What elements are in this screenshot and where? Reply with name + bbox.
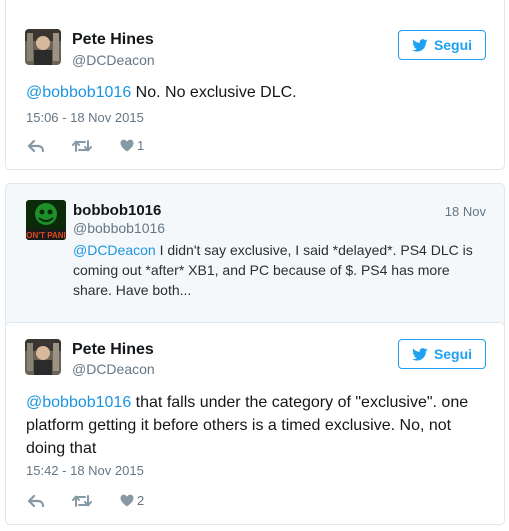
like-button[interactable]: 1 [120,138,144,153]
tweet-text: @bobbob1016 No. No exclusive DLC. [26,81,486,104]
follow-label: Segui [433,346,473,362]
like-button[interactable]: 2 [120,493,144,508]
author-name[interactable]: Pete Hines [72,31,154,49]
timestamp[interactable]: 15:06 - 18 Nov 2015 [26,110,144,125]
retweet-button[interactable] [72,494,92,508]
heart-icon [120,139,134,152]
reply-card[interactable]: ON'T PANI bobbob1016 @bobbob1016 18 Nov … [5,183,505,329]
tweet-card: Pete Hines @DCDeacon Segui @bobbob1016 t… [5,322,505,525]
reply-button[interactable] [28,494,44,508]
bird-icon [412,38,428,52]
author-handle[interactable]: @DCDeacon [72,52,155,68]
tweet-actions: 1 [28,138,172,153]
follow-label: Segui [433,37,473,53]
reply-button[interactable] [28,139,44,153]
retweet-button[interactable] [72,139,92,153]
avatar[interactable] [25,339,61,375]
mention-link[interactable]: @bobbob1016 [26,84,131,101]
reply-date[interactable]: 18 Nov [445,204,486,219]
avatar[interactable] [25,29,61,65]
heart-icon [120,494,134,507]
avatar[interactable]: ON'T PANI [26,200,66,240]
follow-button[interactable]: Segui [398,30,486,60]
tweet-body: No. No exclusive DLC. [131,84,297,101]
timestamp[interactable]: 15:42 - 18 Nov 2015 [26,463,144,478]
retweet-icon [72,139,92,152]
follow-button[interactable]: Segui [398,339,486,369]
mention-link[interactable]: @bobbob1016 [26,394,131,411]
reply-text: @DCDeacon I didn't say exclusive, I said… [73,240,489,300]
tweet-actions: 2 [28,493,172,508]
author-handle[interactable]: @DCDeacon [72,361,155,377]
bird-icon [412,347,428,361]
retweet-icon [72,494,92,507]
tweet-text: @bobbob1016 that falls under the categor… [26,391,488,460]
tweet-card: Pete Hines @DCDeacon Segui @bobbob1016 N… [5,0,505,170]
author-name[interactable]: bobbob1016 [73,202,161,219]
avatar-caption: ON'T PANI [26,231,66,240]
reply-icon [28,494,44,507]
like-count: 2 [137,493,145,508]
mention-link[interactable]: @DCDeacon [73,242,156,258]
author-handle[interactable]: @bobbob1016 [73,220,165,236]
like-count: 1 [137,138,145,153]
reply-icon [28,139,44,152]
author-name[interactable]: Pete Hines [72,341,154,359]
